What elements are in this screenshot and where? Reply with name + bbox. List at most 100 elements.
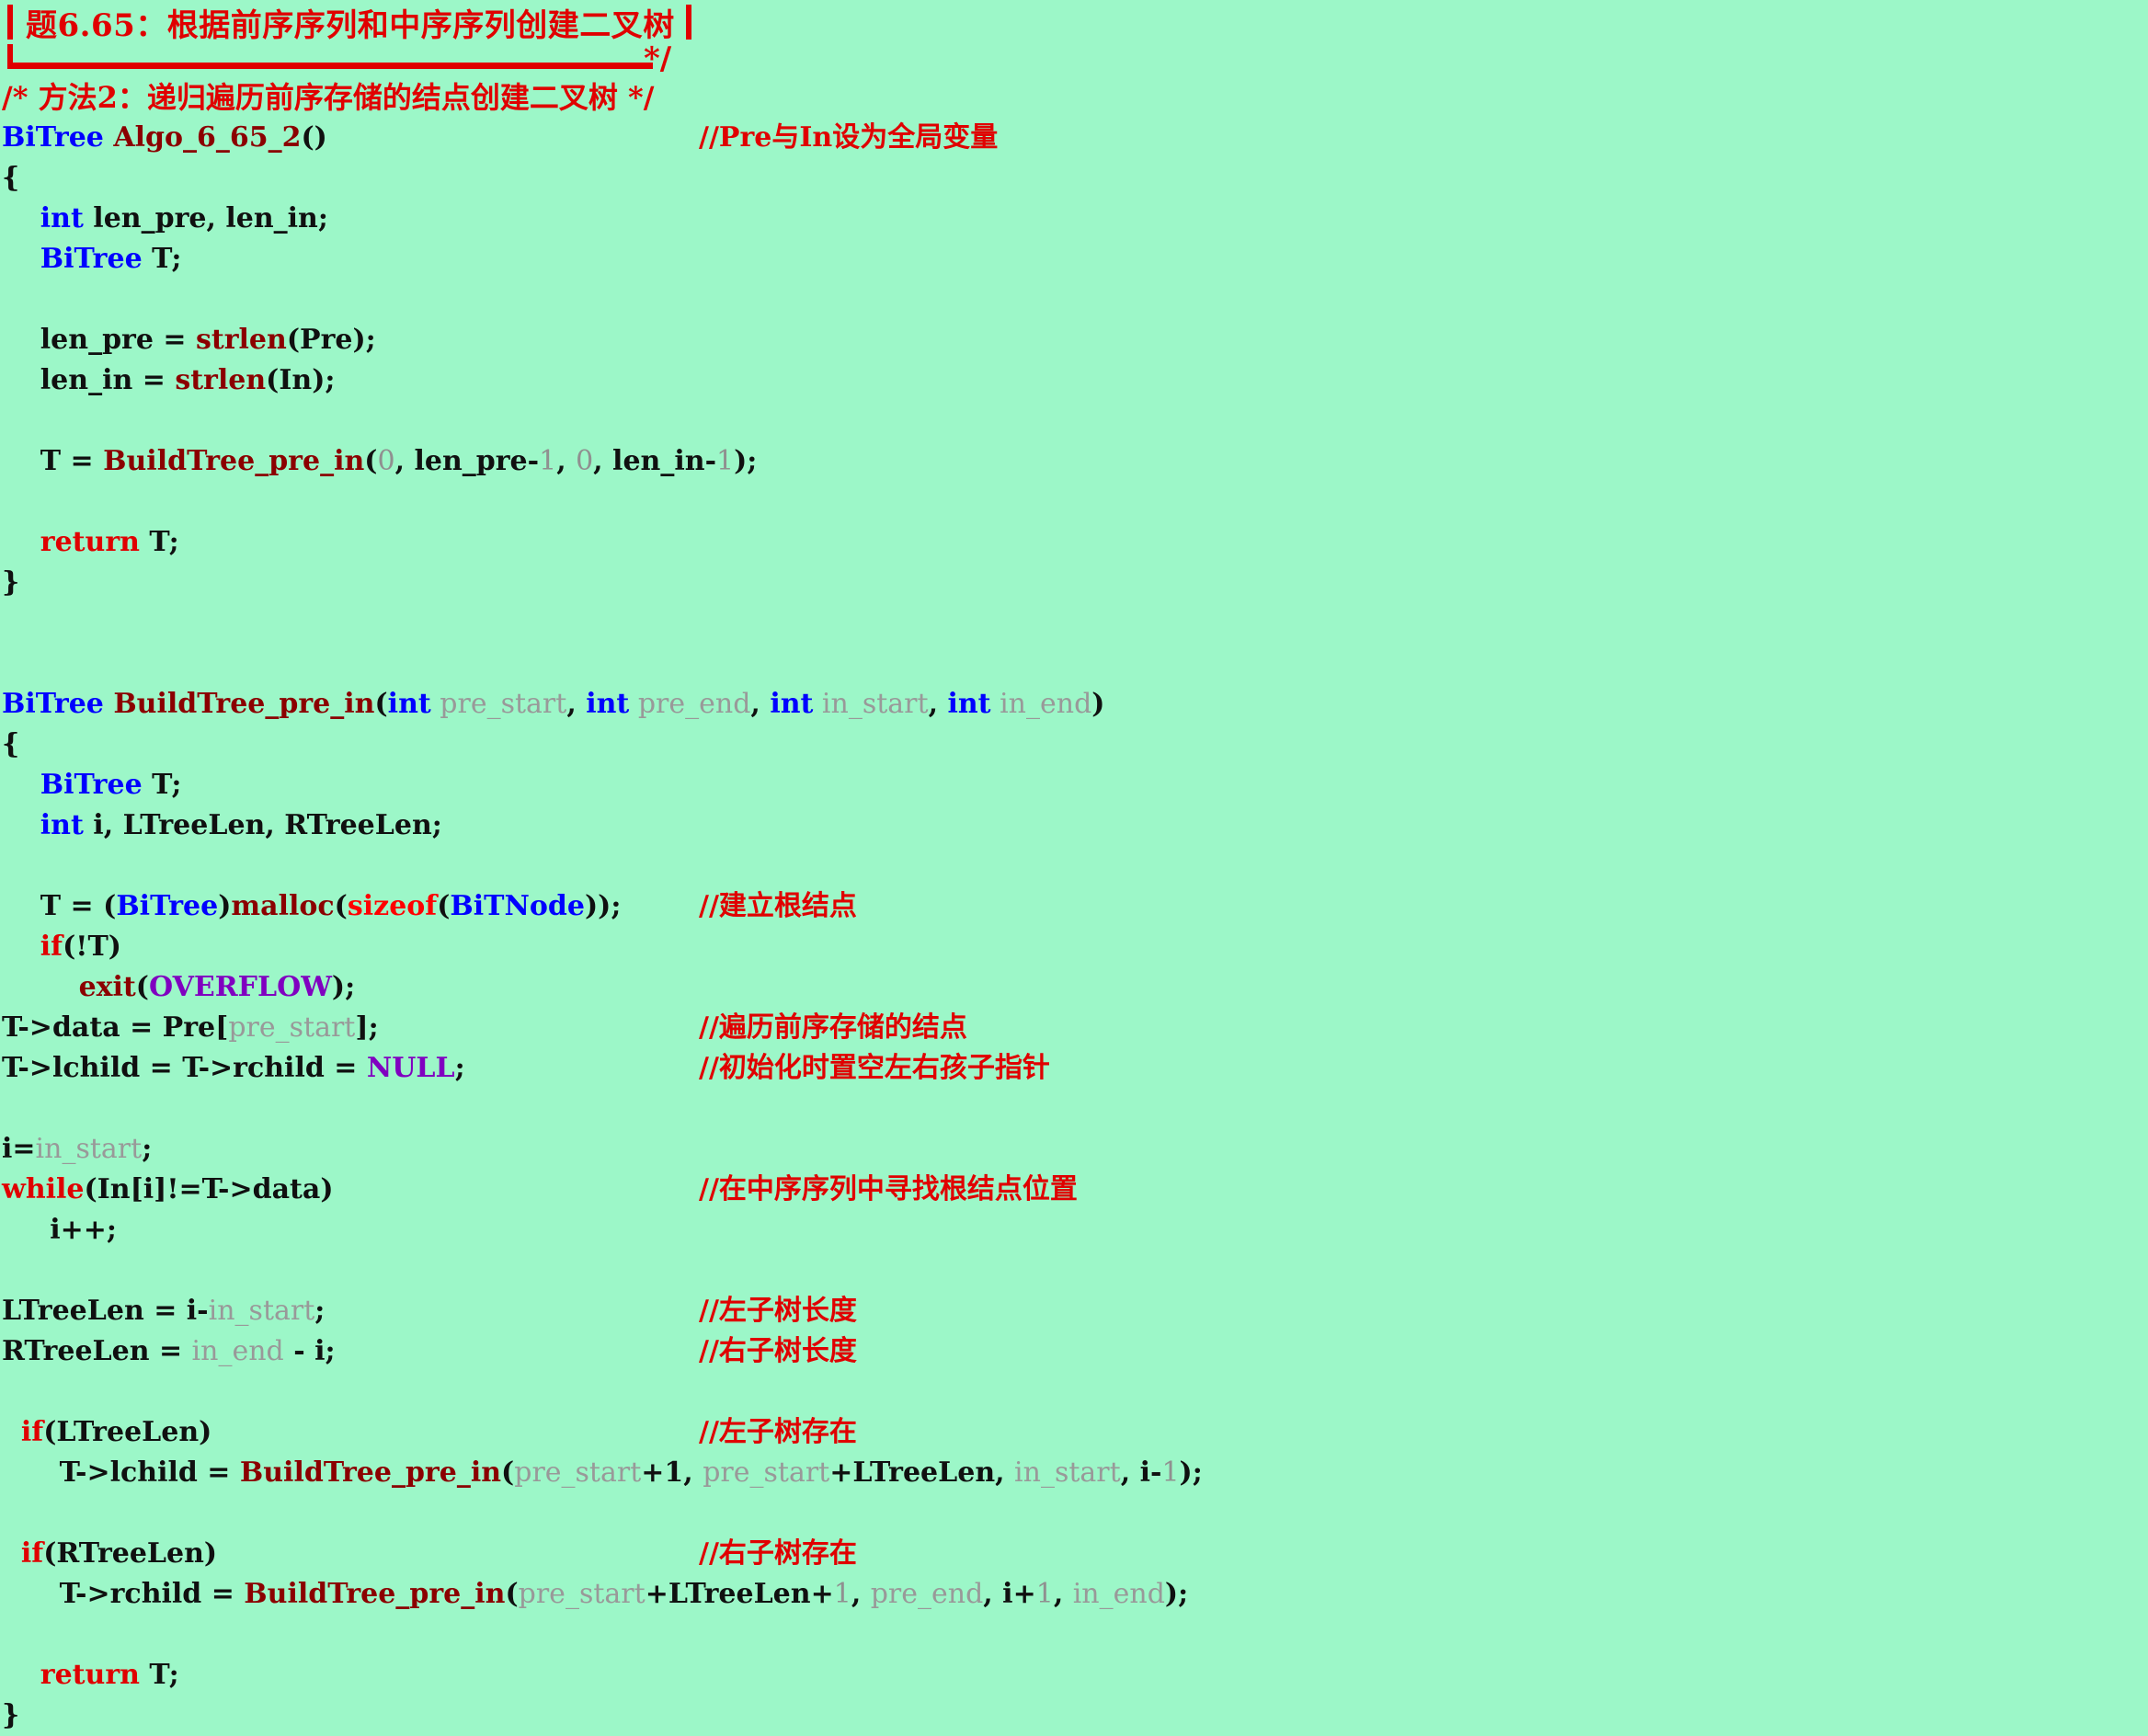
data-assign-comment: //遍历前序存储的结点 bbox=[699, 1011, 967, 1044]
keyword-int: int bbox=[40, 202, 84, 234]
param-type-4: int bbox=[947, 688, 991, 720]
rchild-literal-1: 1 bbox=[833, 1578, 851, 1610]
code-line-if-ltreelen: if(LTreeLen) //左子树存在 bbox=[0, 1412, 2148, 1453]
code-line-malloc: T = (BiTree)malloc(sizeof(BiTNode));//建立… bbox=[0, 886, 2148, 927]
brace-open-2: { bbox=[2, 728, 20, 760]
keyword-int-2: int bbox=[40, 809, 84, 841]
decl2-bitree-names: T; bbox=[142, 769, 182, 801]
code-line-return-1: return T; bbox=[0, 522, 2148, 563]
code-line-blank-5 bbox=[0, 644, 2148, 684]
code-line-func1-signature: BiTree Algo_6_65_2() //Pre与In设为全局变量 bbox=[0, 118, 2148, 158]
code-line-decl2-bitree: BiTree T; bbox=[0, 765, 2148, 805]
malloc-call: malloc bbox=[231, 890, 335, 922]
block-comment-text: /* 方法2：递归遍历前序存储的结点创建二叉树 */ bbox=[2, 80, 655, 115]
i-increment: i++; bbox=[50, 1214, 117, 1246]
page-title: 题6.65：根据前序序列和中序序列创建二叉树 bbox=[26, 6, 675, 44]
brace-close-1: } bbox=[2, 566, 20, 599]
if-ltreelen-comment: //左子树存在 bbox=[699, 1416, 857, 1448]
keyword-return-1: return bbox=[40, 526, 140, 558]
code-line-ltreelen: LTreeLen = i-in_start;//左子树长度 bbox=[0, 1291, 2148, 1331]
code-line-decl-bitree: BiTree T; bbox=[0, 239, 2148, 280]
code-line-data-assign: T->data = Pre[pre_start];//遍历前序存储的结点 bbox=[0, 1008, 2148, 1048]
code-line-blank-11 bbox=[0, 1615, 2148, 1655]
macro-null: NULL bbox=[366, 1052, 455, 1084]
macro-overflow: OVERFLOW bbox=[149, 971, 332, 1003]
ltreelen-in-start: in_start bbox=[208, 1295, 315, 1327]
literal-0-b: 0 bbox=[576, 445, 594, 477]
code-line-while: while(In[i]!=T->data) //在中序序列中寻找根结点位置 bbox=[0, 1170, 2148, 1210]
code-line-i-increment: i++; bbox=[0, 1210, 2148, 1251]
param-name-in-start: in_start bbox=[813, 688, 929, 720]
cast-type-bitree: BiTree bbox=[116, 890, 219, 922]
code-line-lchild-call: T->lchild = BuildTree_pre_in(pre_start+1… bbox=[59, 1456, 1203, 1489]
param-type-2: int bbox=[586, 688, 630, 720]
decl-bitree-names: T; bbox=[142, 243, 182, 275]
code-line-blank-8 bbox=[0, 1251, 2148, 1291]
rtreelen-in-end: in_end bbox=[191, 1335, 284, 1367]
keyword-if-1: if bbox=[40, 931, 63, 963]
len-pre-lhs: len_pre = bbox=[40, 324, 196, 356]
code-line-rtreelen: RTreeLen = in_end - i;//右子树长度 bbox=[0, 1331, 2148, 1372]
title-right-bar-icon bbox=[685, 5, 691, 40]
code-line-if-rtreelen: if(RTreeLen) //右子树存在 bbox=[0, 1534, 2148, 1574]
keyword-if-3: if bbox=[20, 1537, 44, 1570]
keyword-bitree-2: BiTree bbox=[40, 769, 143, 801]
code-line-len-in: len_in = strlen(In); bbox=[0, 360, 2148, 401]
decl2-int-names: i, LTreeLen, RTreeLen; bbox=[83, 809, 442, 841]
code-line-brace-close-1: } bbox=[0, 563, 2148, 603]
param-type-1: int bbox=[387, 688, 431, 720]
func1-parens: () bbox=[301, 121, 327, 154]
if-ltreelen-condition: (LTreeLen) bbox=[43, 1416, 212, 1448]
sizeof-keyword: sizeof bbox=[347, 890, 438, 922]
code-line-len-pre: len_pre = strlen(Pre); bbox=[0, 320, 2148, 360]
type-bitree-2: BiTree bbox=[2, 688, 104, 720]
code-line-return-2: return T; bbox=[0, 1655, 2148, 1696]
lchild-build-fn: BuildTree_pre_in bbox=[239, 1456, 502, 1489]
code-line-exit: exit(OVERFLOW); bbox=[78, 971, 356, 1003]
rchild-build-fn: BuildTree_pre_in bbox=[244, 1578, 506, 1610]
code-line-brace-open-1: { bbox=[0, 158, 2148, 199]
code-line-blank-10 bbox=[0, 1493, 2148, 1534]
rule-end-marker: */ bbox=[644, 40, 672, 77]
param-name-pre-end: pre_end bbox=[629, 688, 751, 720]
while-condition: (In[i]!=T->data) bbox=[84, 1173, 334, 1205]
init-in-start: in_start bbox=[35, 1133, 143, 1165]
code-line-build-call: T = BuildTree_pre_in(0, len_pre-1, 0, le… bbox=[40, 445, 758, 477]
func-name-buildtree: BuildTree_pre_in bbox=[103, 688, 375, 720]
strlen-call-2: strlen bbox=[175, 364, 267, 396]
param-name-pre-start: pre_start bbox=[430, 688, 567, 720]
rchild-arg-pre-start: pre_start bbox=[518, 1578, 646, 1610]
rule-line-icon bbox=[7, 63, 653, 69]
brace-close-2: } bbox=[2, 1699, 20, 1731]
code-line-blank-2 bbox=[0, 401, 2148, 441]
param-type-3: int bbox=[770, 688, 814, 720]
malloc-comment: //建立根结点 bbox=[699, 890, 857, 922]
code-line-brace-open-2: { bbox=[0, 725, 2148, 765]
code-line-blank-9 bbox=[0, 1372, 2148, 1412]
code-line-blank-6 bbox=[0, 846, 2148, 886]
len-in-lhs: len_in = bbox=[40, 364, 176, 396]
title-left-bar-icon bbox=[7, 5, 13, 40]
code-line-decl-int: int len_pre, len_in; bbox=[0, 199, 2148, 239]
func-name-algo: Algo_6_65_2 bbox=[113, 121, 302, 154]
code-line-blank-7 bbox=[0, 1089, 2148, 1129]
while-comment: //在中序序列中寻找根结点位置 bbox=[699, 1173, 1078, 1205]
code-line-null-assign: T->lchild = T->rchild = NULL;//初始化时置空左右孩… bbox=[0, 1048, 2148, 1089]
code-line-decl2-int: int i, LTreeLen, RTreeLen; bbox=[0, 805, 2148, 846]
return-value-1: T; bbox=[139, 526, 179, 558]
lchild-literal-1: 1 bbox=[1161, 1456, 1180, 1489]
code-line-blank-4 bbox=[0, 603, 2148, 644]
keyword-if-2: if bbox=[20, 1416, 44, 1448]
rchild-arg-in-end: in_end bbox=[1072, 1578, 1165, 1610]
type-bitnode: BiTNode bbox=[450, 890, 585, 922]
ltreelen-comment: //左子树长度 bbox=[699, 1295, 857, 1327]
code-line-blank-3 bbox=[0, 482, 2148, 522]
code-line-func2-signature: BiTree BuildTree_pre_in(int pre_start, i… bbox=[2, 688, 1105, 720]
strlen-call-1: strlen bbox=[195, 324, 287, 356]
literal-1-a: 1 bbox=[539, 445, 557, 477]
keyword-bitree: BiTree bbox=[40, 243, 143, 275]
code-listing-page: 题6.65：根据前序序列和中序序列创建二叉树 */ /* 方法2：递归遍历前序存… bbox=[0, 0, 2148, 1731]
title-rule: */ bbox=[0, 40, 2148, 77]
keyword-return-2: return bbox=[40, 1659, 140, 1691]
if-rtreelen-condition: (RTreeLen) bbox=[43, 1537, 218, 1570]
